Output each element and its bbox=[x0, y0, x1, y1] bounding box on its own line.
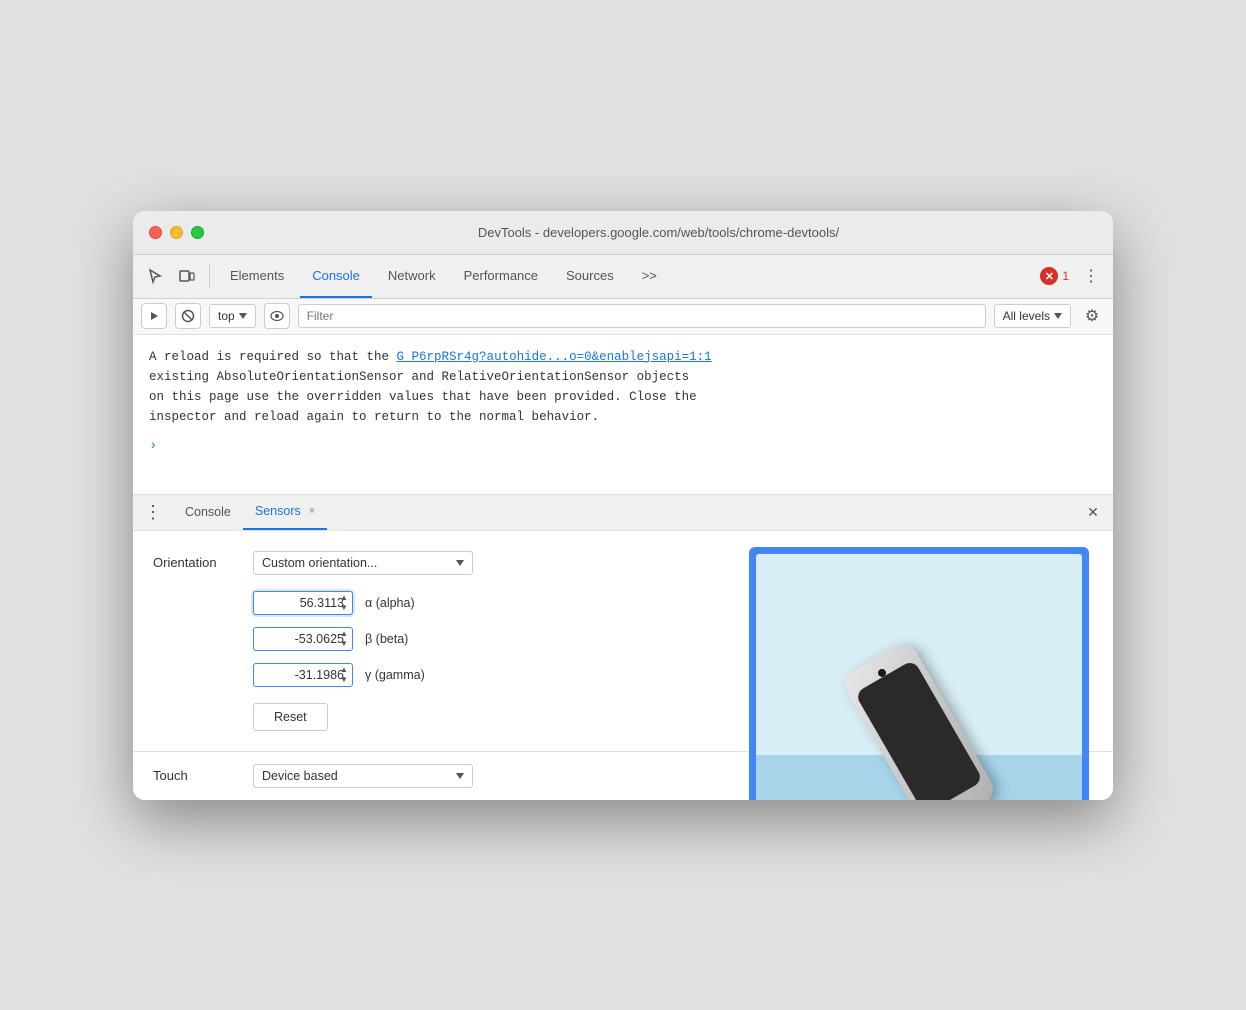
device-toggle-icon[interactable] bbox=[173, 262, 201, 290]
error-icon: ✕ bbox=[1040, 267, 1058, 285]
panel-tab-close-sensors[interactable]: × bbox=[309, 505, 315, 517]
eye-icon[interactable] bbox=[264, 303, 290, 329]
beta-stepper-up[interactable]: ▲ bbox=[337, 629, 351, 639]
device-visualization bbox=[749, 547, 1089, 800]
gamma-stepper-up[interactable]: ▲ bbox=[337, 665, 351, 675]
beta-label: β (beta) bbox=[365, 632, 408, 646]
tab-sources[interactable]: Sources bbox=[554, 254, 626, 298]
error-badge[interactable]: ✕ 1 bbox=[1040, 267, 1069, 285]
alpha-stepper-up[interactable]: ▲ bbox=[337, 593, 351, 603]
panel-close-button[interactable]: ✕ bbox=[1081, 500, 1105, 524]
gamma-input-wrap: ▲ ▼ bbox=[253, 663, 353, 687]
console-link[interactable]: G_P6rpRSr4g?autohide...o=0&enablejsapi=1… bbox=[397, 350, 712, 364]
console-line-3: on this page use the overridden values t… bbox=[149, 387, 1097, 407]
settings-icon[interactable]: ⚙ bbox=[1079, 303, 1105, 329]
panel-menu-icon[interactable]: ⋮ bbox=[141, 500, 165, 524]
beta-input-wrap: ▲ ▼ bbox=[253, 627, 353, 651]
close-button[interactable] bbox=[149, 226, 162, 239]
devtools-toolbar: Elements Console Network Performance Sou… bbox=[133, 255, 1113, 299]
more-options-icon[interactable]: ⋮ bbox=[1077, 262, 1105, 290]
beta-stepper: ▲ ▼ bbox=[337, 629, 351, 649]
console-line-4: inspector and reload again to return to … bbox=[149, 407, 1097, 427]
gamma-stepper: ▲ ▼ bbox=[337, 665, 351, 685]
levels-select[interactable]: All levels bbox=[994, 304, 1071, 328]
console-prompt[interactable]: › bbox=[149, 435, 1097, 457]
console-message: A reload is required so that the G_P6rpR… bbox=[149, 347, 1097, 367]
panel-tab-console[interactable]: Console bbox=[173, 494, 243, 530]
gamma-label: γ (gamma) bbox=[365, 668, 425, 682]
touch-label: Touch bbox=[153, 768, 253, 783]
beta-stepper-down[interactable]: ▼ bbox=[337, 639, 351, 649]
titlebar: DevTools - developers.google.com/web/too… bbox=[133, 211, 1113, 255]
panel-tab-sensors[interactable]: Sensors × bbox=[243, 494, 327, 530]
execute-icon[interactable] bbox=[141, 303, 167, 329]
alpha-label: α (alpha) bbox=[365, 596, 415, 610]
alpha-stepper-down[interactable]: ▼ bbox=[337, 603, 351, 613]
window-title: DevTools - developers.google.com/web/too… bbox=[220, 225, 1097, 240]
toolbar-right: ✕ 1 ⋮ bbox=[1040, 262, 1105, 290]
device-viz-inner bbox=[756, 554, 1082, 800]
touch-dropdown[interactable]: Device based bbox=[253, 764, 473, 788]
context-select[interactable]: top bbox=[209, 304, 256, 328]
maximize-button[interactable] bbox=[191, 226, 204, 239]
devtools-window: DevTools - developers.google.com/web/too… bbox=[133, 211, 1113, 800]
sensors-panel: Orientation Custom orientation... ▲ ▼ bbox=[133, 531, 1113, 751]
reset-button[interactable]: Reset bbox=[253, 703, 328, 731]
tab-console[interactable]: Console bbox=[300, 254, 372, 298]
filter-bar: top All levels ⚙ bbox=[133, 299, 1113, 335]
alpha-stepper: ▲ ▼ bbox=[337, 593, 351, 613]
tab-performance[interactable]: Performance bbox=[452, 254, 550, 298]
filter-input[interactable] bbox=[298, 304, 986, 328]
traffic-lights bbox=[149, 226, 204, 239]
orientation-label: Orientation bbox=[153, 555, 253, 570]
alpha-input-wrap: ▲ ▼ bbox=[253, 591, 353, 615]
block-icon[interactable] bbox=[175, 303, 201, 329]
tab-elements[interactable]: Elements bbox=[218, 254, 296, 298]
panel-tabs: ⋮ Console Sensors × ✕ bbox=[133, 495, 1113, 531]
cursor-icon[interactable] bbox=[141, 262, 169, 290]
orientation-dropdown[interactable]: Custom orientation... bbox=[253, 551, 473, 575]
console-output: A reload is required so that the G_P6rpR… bbox=[133, 335, 1113, 495]
minimize-button[interactable] bbox=[170, 226, 183, 239]
console-line-2: existing AbsoluteOrientationSensor and R… bbox=[149, 367, 1097, 387]
tab-more[interactable]: >> bbox=[630, 254, 669, 298]
toolbar-divider-1 bbox=[209, 264, 210, 288]
tab-network[interactable]: Network bbox=[376, 254, 448, 298]
gamma-stepper-down[interactable]: ▼ bbox=[337, 675, 351, 685]
